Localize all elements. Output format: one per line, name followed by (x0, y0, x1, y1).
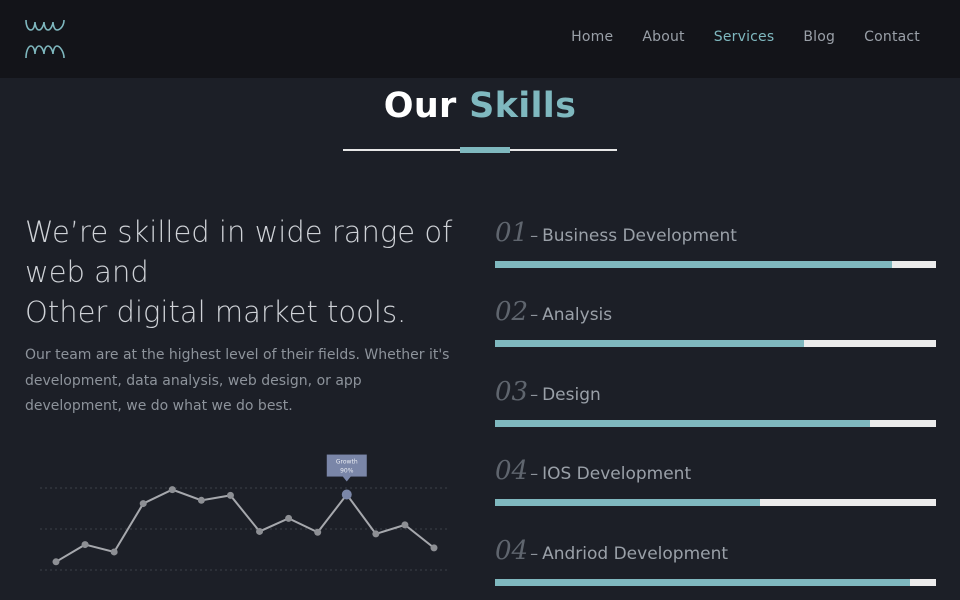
chart-point (139, 500, 147, 508)
chart-point (52, 558, 60, 566)
intro-heading-line2: Other digital market tools. (25, 295, 407, 329)
chart-tooltip-label: Growth (336, 459, 358, 466)
skill-label: 02– Analysis (495, 297, 612, 327)
chart-point (372, 530, 380, 538)
chart-points-group (52, 486, 438, 566)
section-title-accent: Skills (469, 86, 577, 126)
skill-item: 04– Andriod Development (495, 536, 936, 596)
nav-blog[interactable]: Blog (803, 29, 835, 45)
skill-name: Business Development (542, 226, 737, 246)
chart-tooltip-arrow (342, 476, 351, 482)
skill-progress-fill (495, 420, 870, 427)
skill-name: Andriod Development (542, 544, 729, 564)
skill-label: 04– IOS Development (495, 456, 691, 486)
skill-dash: – (530, 544, 539, 563)
chart-point (401, 521, 409, 529)
skill-label: 03– Design (495, 377, 601, 407)
skill-number: 03 (495, 377, 529, 407)
skill-label: 04– Andriod Development (495, 536, 728, 566)
skill-progress-track (495, 420, 936, 427)
growth-line-chart: Growth 90% (40, 454, 450, 571)
skill-progress-fill (495, 261, 892, 268)
skill-progress-track (495, 499, 936, 506)
chart-point (81, 541, 89, 549)
chart-point (110, 548, 118, 556)
nav-contact[interactable]: Contact (864, 29, 920, 45)
title-divider-accent (460, 147, 510, 153)
section-title: Our Skills (0, 86, 960, 126)
intro-heading: We’re skilled in wide range of web and O… (25, 212, 455, 332)
nav-about[interactable]: About (642, 29, 684, 45)
skill-progress-track (495, 340, 936, 347)
chart-point (168, 486, 176, 494)
intro-body: Our team are at the highest level of the… (25, 347, 450, 414)
skill-dash: – (530, 305, 539, 324)
chart-point (341, 489, 352, 500)
skill-progress-fill (495, 340, 804, 347)
chart-point (430, 544, 438, 552)
chart-point (256, 527, 264, 535)
skill-dash: – (530, 464, 539, 483)
skill-label: 01– Business Development (495, 218, 737, 248)
skill-number: 04 (495, 536, 529, 566)
section-title-part1: Our (383, 86, 457, 126)
chart-point (197, 496, 205, 504)
skill-progress-track (495, 579, 936, 586)
nav-home[interactable]: Home (571, 29, 613, 45)
skill-number: 01 (495, 218, 529, 248)
skill-progress-fill (495, 499, 760, 506)
intro-heading-line1: We’re skilled in wide range of web and (25, 215, 453, 289)
skill-dash: – (530, 226, 539, 245)
skill-item: 02– Analysis (495, 297, 936, 357)
chart-point (226, 491, 234, 499)
spiral-loops-logo-icon[interactable] (24, 16, 66, 60)
chart-tooltip-value: 90% (340, 468, 354, 475)
chart-point (285, 514, 293, 522)
skill-dash: – (530, 385, 539, 404)
skill-number: 02 (495, 297, 529, 327)
chart-point (314, 528, 322, 536)
skill-number: 04 (495, 456, 529, 486)
skill-progress-track (495, 261, 936, 268)
skill-item: 01– Business Development (495, 218, 936, 278)
skill-item: 04– IOS Development (495, 456, 936, 516)
main-nav: Home About Services Blog Contact (542, 29, 920, 45)
skill-item: 03– Design (495, 377, 936, 437)
skill-name: Analysis (542, 305, 613, 325)
top-navigation-bar: Home About Services Blog Contact (0, 0, 960, 78)
chart-tooltip-group: Growth 90% (326, 454, 367, 482)
skill-name: Design (542, 385, 601, 405)
skill-name: IOS Development (542, 464, 692, 484)
skill-progress-fill (495, 579, 910, 586)
nav-services[interactable]: Services (714, 29, 775, 45)
